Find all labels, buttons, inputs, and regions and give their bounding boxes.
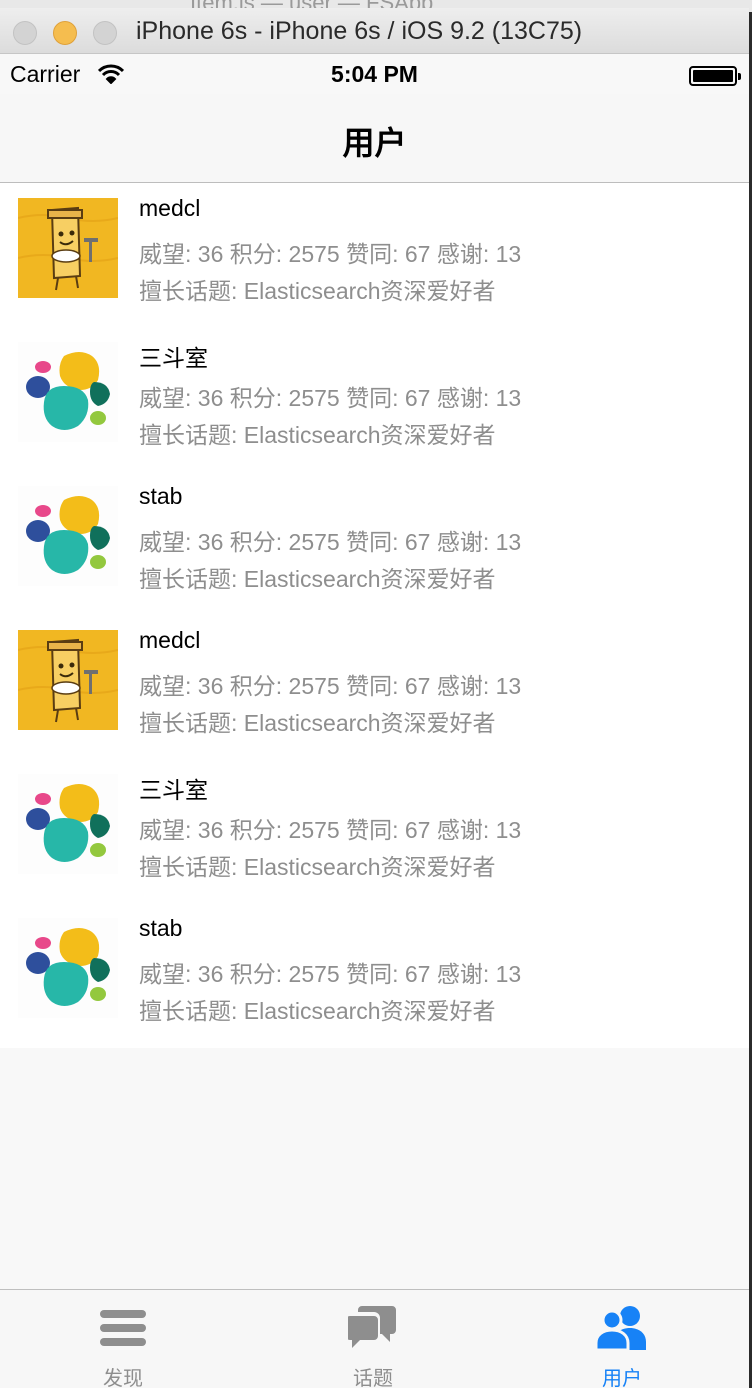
user-name[interactable]: stab: [139, 915, 182, 942]
navigation-bar: 用户: [0, 94, 749, 183]
chat-bubbles-icon: [348, 1306, 396, 1348]
user-stats: 威望: 36 积分: 2575 赞同: 67 感谢: 13: [139, 385, 522, 411]
user-avatar-cartoon[interactable]: [18, 198, 118, 298]
user-expertise-topic: 擅长话题: Elasticsearch资深爱好者: [139, 710, 496, 736]
user-stats: 威望: 36 积分: 2575 赞同: 67 感谢: 13: [139, 241, 522, 267]
user-stats: 威望: 36 积分: 2575 赞同: 67 感谢: 13: [139, 673, 522, 699]
user-list[interactable]: medcl 威望: 36 积分: 2575 赞同: 67 感谢: 13 擅长话题: …: [0, 183, 749, 1048]
user-stats: 威望: 36 积分: 2575 赞同: 67 感谢: 13: [139, 961, 522, 987]
user-list-item[interactable]: medcl 威望: 36 积分: 2575 赞同: 67 感谢: 13 擅长话题: …: [0, 183, 749, 327]
user-avatar-elastic-logo[interactable]: [18, 918, 118, 1018]
tab-bar: 发现 话题 用户: [0, 1289, 749, 1388]
user-avatar-elastic-logo[interactable]: [18, 486, 118, 586]
page-title: 用户: [342, 125, 407, 161]
user-list-item[interactable]: 三斗室威望: 36 积分: 2575 赞同: 67 感谢: 13 擅长话题: El…: [0, 759, 749, 903]
user-name[interactable]: 三斗室: [139, 339, 208, 373]
tab-topics-label: 话题: [353, 1368, 393, 1388]
tab-topics[interactable]: 话题: [313, 1290, 433, 1388]
device-screen: Carrier 5:04 PM 用户 medcl 威望: 36 积分: 2575 …: [0, 54, 749, 1388]
user-list-item[interactable]: 三斗室威望: 36 积分: 2575 赞同: 67 感谢: 13 擅长话题: El…: [0, 327, 749, 471]
tab-discover[interactable]: 发现: [63, 1290, 183, 1388]
user-name[interactable]: stab: [139, 483, 182, 510]
window-title: iPhone 6s - iPhone 6s / iOS 9.2 (13C75): [136, 17, 583, 45]
simulator-window: iPhone 6s - iPhone 6s / iOS 9.2 (13C75) …: [0, 8, 749, 1388]
status-bar: Carrier 5:04 PM: [0, 54, 749, 94]
tab-users[interactable]: 用户: [562, 1290, 682, 1388]
tab-users-label: 用户: [602, 1368, 642, 1388]
user-expertise-topic: 擅长话题: Elasticsearch资深爱好者: [139, 854, 496, 880]
window-titlebar[interactable]: iPhone 6s - iPhone 6s / iOS 9.2 (13C75): [0, 8, 749, 54]
user-name[interactable]: medcl: [139, 627, 200, 654]
status-time: 5:04 PM: [331, 61, 418, 87]
user-list-item[interactable]: medcl 威望: 36 积分: 2575 赞同: 67 感谢: 13 擅长话题: …: [0, 615, 749, 759]
minimize-window-button[interactable]: [53, 21, 77, 45]
user-stats: 威望: 36 积分: 2575 赞同: 67 感谢: 13: [139, 529, 522, 555]
user-avatar-elastic-logo[interactable]: [18, 774, 118, 874]
menu-icon: [100, 1310, 146, 1346]
user-expertise-topic: 擅长话题: Elasticsearch资深爱好者: [139, 278, 496, 304]
user-name[interactable]: 三斗室: [139, 771, 208, 805]
battery-icon: [689, 66, 741, 86]
user-list-item[interactable]: stab 威望: 36 积分: 2575 赞同: 67 感谢: 13 擅长话题: E…: [0, 471, 749, 615]
user-avatar-elastic-logo[interactable]: [18, 342, 118, 442]
user-list-item[interactable]: stab 威望: 36 积分: 2575 赞同: 67 感谢: 13 擅长话题: E…: [0, 903, 749, 1047]
user-name[interactable]: medcl: [139, 195, 200, 222]
tab-discover-label: 发现: [103, 1368, 143, 1388]
user-expertise-topic: 擅长话题: Elasticsearch资深爱好者: [139, 422, 496, 448]
zoom-window-button[interactable]: [93, 21, 117, 45]
close-window-button[interactable]: [13, 21, 37, 45]
user-avatar-cartoon[interactable]: [18, 630, 118, 730]
user-expertise-topic: 擅长话题: Elasticsearch资深爱好者: [139, 566, 496, 592]
users-icon: [594, 1306, 646, 1352]
user-stats: 威望: 36 积分: 2575 赞同: 67 感谢: 13: [139, 817, 522, 843]
user-expertise-topic: 擅长话题: Elasticsearch资深爱好者: [139, 998, 496, 1024]
